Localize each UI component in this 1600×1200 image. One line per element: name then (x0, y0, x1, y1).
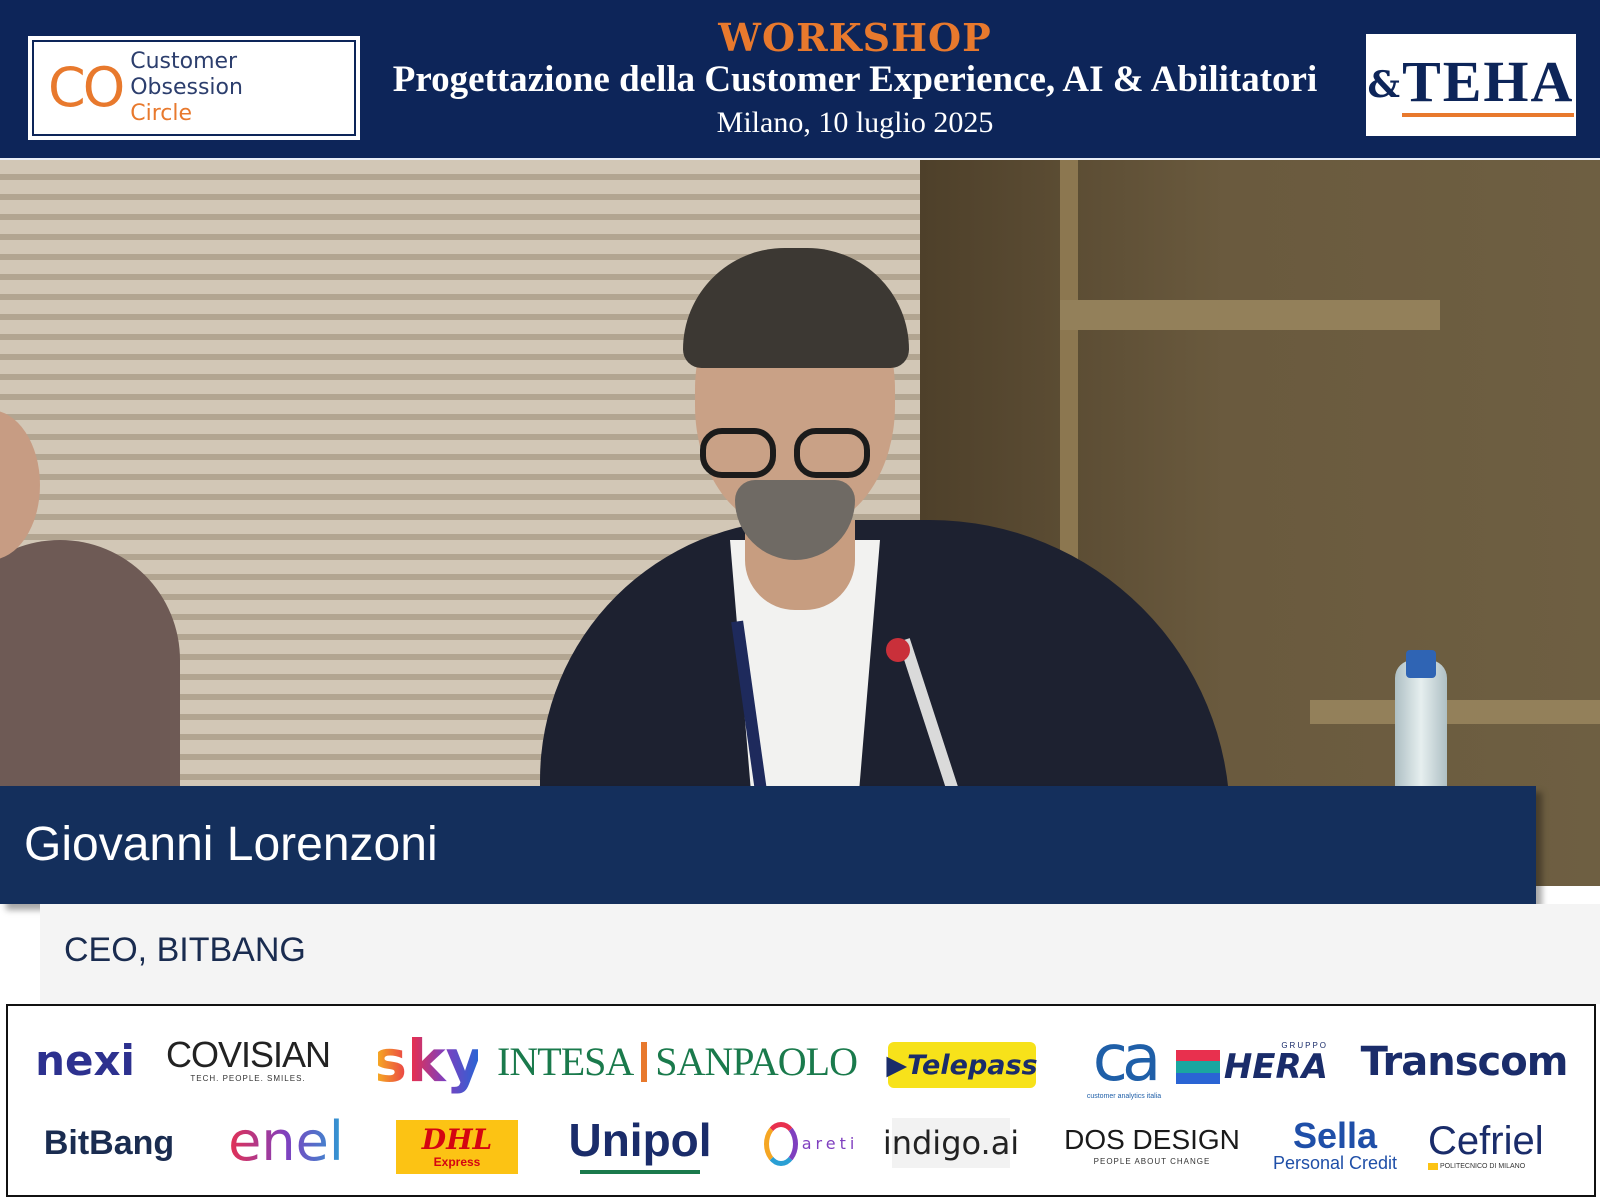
dos-design-logo: DOS DESIGN PEOPLE ABOUT CHANGE (1064, 1118, 1240, 1174)
areti-logo: areti (756, 1114, 866, 1174)
sponsor-logos-strip: nexi COVISIAN TECH. PEOPLE. SMILES. sky … (6, 1004, 1596, 1197)
covisian-logo: COVISIAN TECH. PEOPLE. SMILES. (165, 1030, 331, 1090)
sky-logo: sky (372, 1027, 484, 1095)
dhl-logo-name: DHL (421, 1123, 493, 1156)
intesa-logo-mark (641, 1042, 648, 1082)
sella-logo-tagline: Personal Credit (1272, 1153, 1398, 1173)
intesa-logo-part1: INTESA (497, 1039, 634, 1084)
speaker-name: Giovanni Lorenzoni (24, 818, 438, 871)
hera-logo: GRUPPO HERA (1175, 1032, 1328, 1094)
speaker-name-band: Giovanni Lorenzoni (0, 786, 1536, 904)
telepass-logo-name: Telepass (907, 1049, 1038, 1081)
hera-logo-name: HERA (1175, 1050, 1328, 1084)
speaker-glasses (700, 428, 870, 482)
customer-obsession-circle-logo: CO Customer Obsession Circle (28, 36, 360, 140)
intesa-sanpaolo-logo: INTESA SANPAOLO (497, 1034, 858, 1090)
covisian-logo-name: COVISIAN (165, 1034, 331, 1075)
event-type: WORKSHOP (718, 15, 992, 60)
sella-logo-name: Sella (1292, 1115, 1378, 1156)
areti-ring-icon (763, 1122, 798, 1166)
wall-ledge-lower (1310, 700, 1600, 724)
teha-logo: & TEHA (1364, 32, 1578, 138)
customer-analytics-logo: ca customer analytics italia (1072, 1020, 1176, 1106)
ca-logo-tagline: customer analytics italia (1086, 1092, 1162, 1100)
dos-logo-name: DOS DESIGN (1064, 1124, 1240, 1155)
indigo-ai-logo: indigo.ai (883, 1118, 1019, 1168)
cefriel-logo: Cefriel POLITECNICO DI MILANO (1428, 1110, 1548, 1180)
intesa-logo-part2: SANPAOLO (655, 1039, 858, 1084)
transcom-logo: Transcom (1360, 1039, 1569, 1085)
telepass-play-icon: ▶ (886, 1049, 908, 1081)
ca-logo-mark: ca (1092, 1021, 1161, 1096)
water-bottle-cap (1406, 650, 1436, 678)
sella-personal-credit-logo: Sella Personal Credit (1270, 1114, 1400, 1176)
event-place-date: Milano, 10 luglio 2025 (716, 106, 994, 139)
teha-logo-word: TEHA (1402, 53, 1575, 117)
speaker-video-frame (0, 160, 1600, 886)
unipol-logo: Unipol (568, 1110, 712, 1174)
dhl-express-logo: DHL Express (396, 1120, 518, 1174)
teha-logo-mark: & (1367, 64, 1401, 106)
nexi-logo: nexi (35, 1036, 135, 1085)
dos-logo-tagline: PEOPLE ABOUT CHANGE (1093, 1157, 1211, 1166)
speaker-role: CEO, BITBANG (64, 931, 306, 969)
co-logo-mark: CO (48, 56, 125, 119)
wall-ledge (1060, 300, 1440, 330)
co-logo-line2: Circle (130, 101, 192, 126)
event-header: CO Customer Obsession Circle WORKSHOP Pr… (0, 0, 1600, 160)
dhl-logo-tagline: Express (433, 1155, 481, 1169)
co-logo-line1: Customer Obsession (130, 49, 243, 100)
cefriel-logo-tagline: POLITECNICO DI MILANO (1428, 1162, 1525, 1170)
microphone-head (886, 638, 910, 662)
event-title-block: WORKSHOP Progettazione della Customer Ex… (370, 16, 1340, 142)
telepass-logo: ▶ Telepass (886, 1042, 1038, 1088)
event-title: Progettazione della Customer Experience,… (392, 59, 1318, 100)
speaker-role-band: CEO, BITBANG (40, 904, 1600, 1004)
areti-logo-name: areti (801, 1134, 859, 1153)
covisian-logo-tagline: TECH. PEOPLE. SMILES. (190, 1074, 306, 1083)
cefriel-logo-name: Cefriel (1428, 1118, 1544, 1163)
enel-logo: enel (226, 1110, 346, 1174)
bitbang-logo: BitBang (43, 1124, 175, 1162)
